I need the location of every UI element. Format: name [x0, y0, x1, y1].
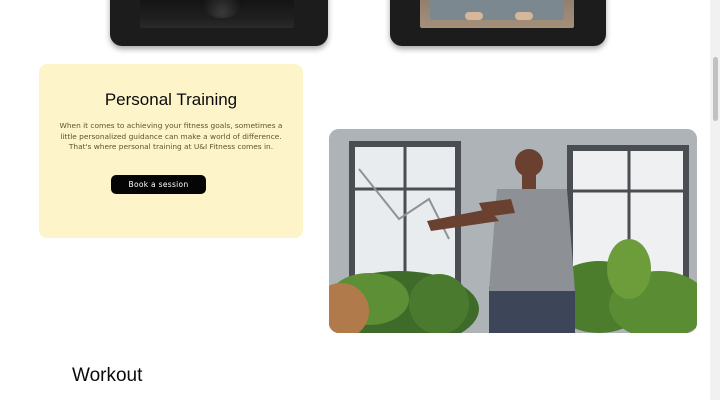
personal-training-card: Personal Training When it comes to achie… [39, 64, 303, 238]
athlete-silhouette [200, 0, 244, 18]
workout-heading: Workout [72, 365, 143, 386]
workout-photo-right [420, 0, 574, 28]
scrollbar-thumb[interactable] [713, 57, 718, 121]
hand-right [515, 12, 533, 20]
workout-photo-left [140, 0, 294, 28]
hand-left [465, 12, 483, 20]
yoga-mat [430, 0, 564, 20]
workout-photo-frame-left [110, 0, 328, 46]
book-session-button[interactable]: Book a session [111, 175, 206, 194]
personal-training-title: Personal Training [104, 90, 238, 109]
personal-training-photo [329, 129, 697, 333]
personal-training-description: When it comes to achieving your fitness … [59, 121, 283, 152]
workout-photo-frame-right [390, 0, 606, 46]
